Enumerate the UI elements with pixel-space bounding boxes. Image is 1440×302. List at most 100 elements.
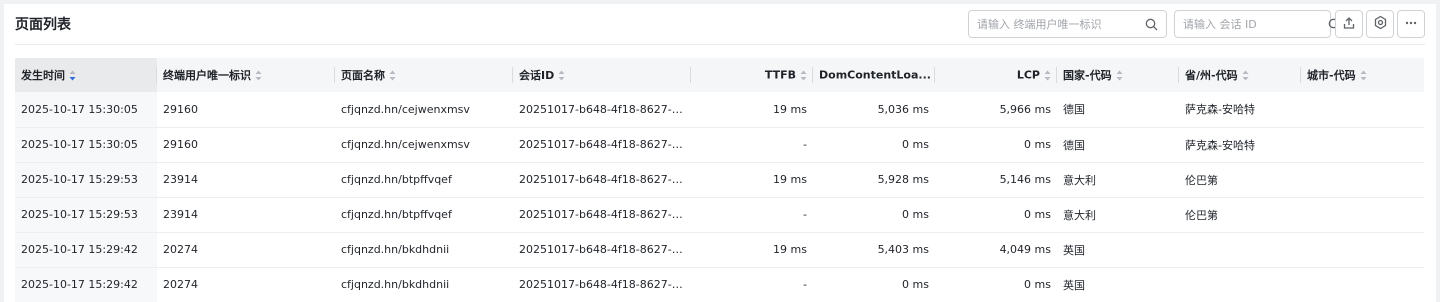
city-cell [1301,232,1424,268]
frame-edge [0,0,1440,4]
ttfb-cell: 19 ms [691,232,813,268]
sort-icon[interactable] [389,70,396,81]
city-cell [1301,267,1424,302]
time-cell[interactable]: 2025-10-17 15:29:53 [15,197,157,233]
province-cell: 萨克森-安哈特 [1179,92,1301,128]
column-header-city[interactable]: 城市-代码 [1301,58,1424,92]
dcl-cell: 0 ms [813,267,935,302]
dcl-cell: 5,036 ms [813,92,935,128]
user-id-cell: 29160 [157,127,335,163]
session-id-link[interactable]: 20251017-b648-4f18-8627-b73f2... [513,92,691,128]
page-name-cell: cfjqnzd.hn/bkdhdnii [335,267,513,302]
province-cell [1179,232,1301,268]
sort-icon[interactable] [1242,70,1249,81]
session-id-link[interactable]: 20251017-b648-4f18-8627-b73f2... [513,162,691,198]
time-cell[interactable]: 2025-10-17 15:29:53 [15,162,157,198]
column-header-user-id[interactable]: 终端用户唯一标识 [157,58,335,92]
time-cell[interactable]: 2025-10-17 15:29:42 [15,232,157,268]
column-header-session-id[interactable]: 会话ID [513,58,691,92]
dcl-cell: 5,928 ms [813,162,935,198]
country-cell: 德国 [1057,92,1179,128]
session-id-search-input[interactable] [1183,17,1328,31]
share-icon [1342,15,1356,34]
time-cell[interactable]: 2025-10-17 15:30:05 [15,92,157,128]
more-button[interactable] [1397,10,1425,38]
sort-icon[interactable] [558,70,565,81]
search-icon[interactable] [1144,17,1158,31]
session-id-link[interactable]: 20251017-b648-4f18-8627-b73f2... [513,127,691,163]
table-row[interactable]: 2025-10-17 15:29:42 20274 cfjqnzd.hn/bkd… [15,267,1424,302]
table-row[interactable]: 2025-10-17 15:29:53 23914 cfjqnzd.hn/btp… [15,197,1424,233]
table-row[interactable]: 2025-10-17 15:30:05 29160 cfjqnzd.hn/cej… [15,127,1424,163]
lcp-cell: 5,146 ms [935,162,1057,198]
page-name-cell: cfjqnzd.hn/btpffvqef [335,162,513,198]
dcl-cell: 0 ms [813,197,935,233]
lcp-cell: 0 ms [935,267,1057,302]
lcp-cell: 0 ms [935,127,1057,163]
column-header-country[interactable]: 国家-代码 [1057,58,1179,92]
share-button[interactable] [1335,10,1363,38]
session-id-link[interactable]: 20251017-b648-4f18-8627-0b73f... [513,232,691,268]
table-row[interactable]: 2025-10-17 15:29:42 20274 cfjqnzd.hn/bkd… [15,232,1424,268]
header-divider [15,44,1425,45]
table-header-row: 发生时间 终端用户唯一标识 页面名称 会话ID TTFB DomContentL… [15,58,1424,92]
user-id-cell: 29160 [157,92,335,128]
page-name-cell: cfjqnzd.hn/btpffvqef [335,197,513,233]
ttfb-cell: - [691,267,813,302]
country-cell: 德国 [1057,127,1179,163]
province-cell: 伦巴第 [1179,162,1301,198]
ttfb-cell: - [691,127,813,163]
page-name-cell: cfjqnzd.hn/bkdhdnii [335,232,513,268]
user-id-search[interactable] [968,10,1167,38]
frame-edge [0,0,4,302]
time-cell[interactable]: 2025-10-17 15:29:42 [15,267,157,302]
country-cell: 英国 [1057,232,1179,268]
dcl-cell: 0 ms [813,127,935,163]
table-row[interactable]: 2025-10-17 15:29:53 23914 cfjqnzd.hn/btp… [15,162,1424,198]
country-cell: 意大利 [1057,162,1179,198]
column-header-ttfb[interactable]: TTFB [691,58,813,92]
sort-desc-icon[interactable] [69,70,76,81]
table-row[interactable]: 2025-10-17 15:30:05 29160 cfjqnzd.hn/cej… [15,92,1424,128]
session-id-search[interactable] [1174,10,1341,38]
sort-icon[interactable] [1044,70,1051,81]
province-cell: 伦巴第 [1179,197,1301,233]
column-header-time[interactable]: 发生时间 [15,58,157,92]
column-header-page-name[interactable]: 页面名称 [335,58,513,92]
user-id-cell: 20274 [157,232,335,268]
sort-icon[interactable] [1116,70,1123,81]
lcp-cell: 5,966 ms [935,92,1057,128]
lcp-cell: 4,049 ms [935,232,1057,268]
city-cell [1301,162,1424,198]
user-id-cell: 23914 [157,197,335,233]
settings-button[interactable] [1366,10,1394,38]
more-icon [1404,15,1418,34]
lcp-cell: 0 ms [935,197,1057,233]
city-cell [1301,127,1424,163]
page-list-table: 发生时间 终端用户唯一标识 页面名称 会话ID TTFB DomContentL… [15,58,1424,302]
ttfb-cell: 19 ms [691,92,813,128]
page-list-panel: 页面列表 请输入 终端用户唯一标识 请输入 会话 ID 发生时间 终端用户唯一标… [0,0,1440,302]
country-cell: 英国 [1057,267,1179,302]
sort-icon[interactable] [255,70,262,81]
column-header-lcp[interactable]: LCP [935,58,1057,92]
session-id-link[interactable]: 20251017-b648-4f18-8627-0b73f... [513,267,691,302]
ttfb-cell: 19 ms [691,162,813,198]
time-cell[interactable]: 2025-10-17 15:30:05 [15,127,157,163]
session-id-link[interactable]: 20251017-b648-4f18-8627-b73f2... [513,197,691,233]
settings-icon [1373,15,1388,34]
province-cell: 萨克森-安哈特 [1179,127,1301,163]
user-id-search-input[interactable] [977,17,1144,31]
column-header-dom-content-loaded[interactable]: DomContentLoa... [813,58,935,92]
page-name-cell: cfjqnzd.hn/cejwenxmsv [335,92,513,128]
dcl-cell: 5,403 ms [813,232,935,268]
page-title: 页面列表 [15,17,71,33]
sort-icon[interactable] [800,70,807,81]
user-id-cell: 23914 [157,162,335,198]
user-id-cell: 20274 [157,267,335,302]
country-cell: 意大利 [1057,197,1179,233]
sort-icon[interactable] [1360,70,1367,81]
city-cell [1301,92,1424,128]
city-cell [1301,197,1424,233]
column-header-province[interactable]: 省/州-代码 [1179,58,1301,92]
